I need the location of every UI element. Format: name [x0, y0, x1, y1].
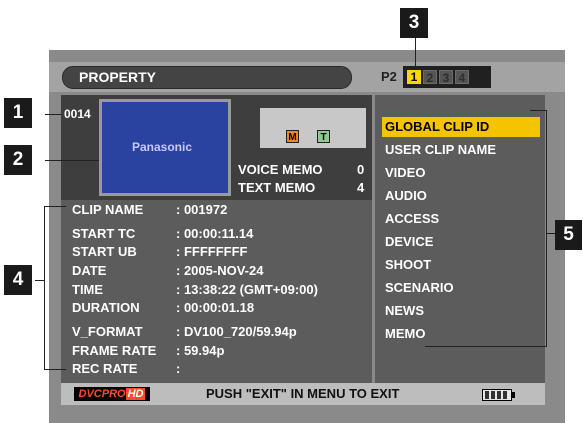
logo-hd-text: HD [125, 388, 146, 400]
menu-item-audio[interactable]: AUDIO [382, 186, 540, 206]
callout-5-bracket-bottom [425, 346, 546, 347]
menu-item-video[interactable]: VIDEO [382, 163, 540, 183]
callout-2: 2 [4, 145, 32, 175]
property-value: : [176, 361, 181, 376]
memo-marker-m-icon: M [286, 130, 299, 143]
callout-5-bracket [546, 110, 547, 347]
menu-item-access[interactable]: ACCESS [382, 209, 540, 229]
property-row: CLIP NAME : 001972 [72, 202, 227, 217]
battery-bar [485, 391, 489, 399]
property-label: START TC [72, 226, 136, 241]
dvcpro-hd-logo: DVCPRO HD [74, 387, 150, 401]
callout-3-line [415, 34, 416, 70]
text-memo-label: TEXT MEMO [238, 180, 316, 195]
property-label: V_FORMAT [72, 324, 143, 339]
property-row: FRAME RATE : 59.94p [72, 343, 224, 358]
property-value: : 13:38:22 (GMT+09:00) [176, 282, 318, 297]
page-title: PROPERTY [79, 69, 157, 85]
property-row: DURATION : 00:00:01.18 [72, 300, 254, 315]
property-label: FRAME RATE [72, 343, 157, 358]
thumbnail-brand-text: Panasonic [132, 140, 193, 154]
voice-memo-count: 0 [357, 162, 365, 177]
property-label: START UB [72, 244, 137, 259]
voice-memo-label: VOICE MEMO [238, 162, 323, 177]
card-slot-3[interactable]: 3 [439, 70, 453, 85]
memo-icon-box [260, 108, 366, 148]
property-label: CLIP NAME [72, 202, 144, 217]
property-row: TIME : 13:38:22 (GMT+09:00) [72, 282, 318, 297]
menu-item-global-clip-id[interactable]: GLOBAL CLIP ID [382, 117, 540, 137]
callout-3: 3 [400, 8, 428, 38]
property-label: TIME [72, 282, 104, 297]
property-value: : 2005-NOV-24 [176, 263, 264, 278]
menu-item-user-clip-name[interactable]: USER CLIP NAME [382, 140, 540, 160]
logo-text: DVCPRO [78, 388, 126, 400]
menu-item-device[interactable]: DEVICE [382, 232, 540, 252]
callout-4-line [35, 280, 44, 281]
property-row: V_FORMAT : DV100_720/59.94p [72, 324, 297, 339]
text-memo-count: 4 [357, 180, 365, 195]
property-value: : 59.94p [176, 343, 225, 358]
property-label: REC RATE [72, 361, 138, 376]
callout-2-line [45, 160, 99, 161]
menu-item-memo[interactable]: MEMO [382, 324, 540, 344]
card-slot-4[interactable]: 4 [455, 70, 469, 85]
memo-marker-t-icon: T [317, 130, 330, 143]
menu-item-news[interactable]: NEWS [382, 301, 540, 321]
property-value: : 001972 [176, 202, 228, 217]
property-label: DURATION [72, 300, 140, 315]
exit-instruction: PUSH "EXIT" IN MENU TO EXIT [206, 386, 400, 401]
property-value: : 00:00:01.18 [176, 300, 255, 315]
property-label: DATE [72, 263, 107, 278]
clip-number: 0014 [64, 107, 91, 121]
callout-4-bracket-top [44, 206, 66, 207]
callout-1: 1 [4, 98, 32, 128]
callout-5: 5 [555, 220, 582, 250]
property-row: REC RATE: [72, 361, 180, 376]
p2-label: P2 [381, 69, 397, 84]
battery-icon [482, 389, 515, 401]
property-value: : DV100_720/59.94p [176, 324, 297, 339]
property-row: START UB : FFFFFFFF [72, 244, 247, 259]
menu-item-shoot[interactable]: SHOOT [382, 255, 540, 275]
callout-4: 4 [4, 265, 32, 295]
clip-thumbnail[interactable]: Panasonic [99, 99, 231, 196]
card-slot-2[interactable]: 2 [423, 70, 437, 85]
card-slot-1[interactable]: 1 [407, 70, 421, 84]
card-slot-indicator: 1 2 3 4 [403, 66, 491, 88]
callout-4-bracket [44, 206, 45, 370]
callout-4-bracket-bottom [44, 369, 66, 370]
callout-5-line [546, 233, 555, 234]
property-row: DATE : 2005-NOV-24 [72, 263, 263, 278]
property-title-bar: PROPERTY [62, 66, 352, 89]
battery-bar [491, 391, 495, 399]
callout-5-bracket-top [530, 110, 546, 111]
property-row: START TC : 00:00:11.14 [72, 226, 253, 241]
battery-bar [503, 391, 507, 399]
property-value: : FFFFFFFF [176, 244, 248, 259]
callout-1-line [45, 114, 61, 115]
property-value: : 00:00:11.14 [176, 226, 254, 241]
battery-bar [497, 391, 501, 399]
menu-item-scenario[interactable]: SCENARIO [382, 278, 540, 298]
